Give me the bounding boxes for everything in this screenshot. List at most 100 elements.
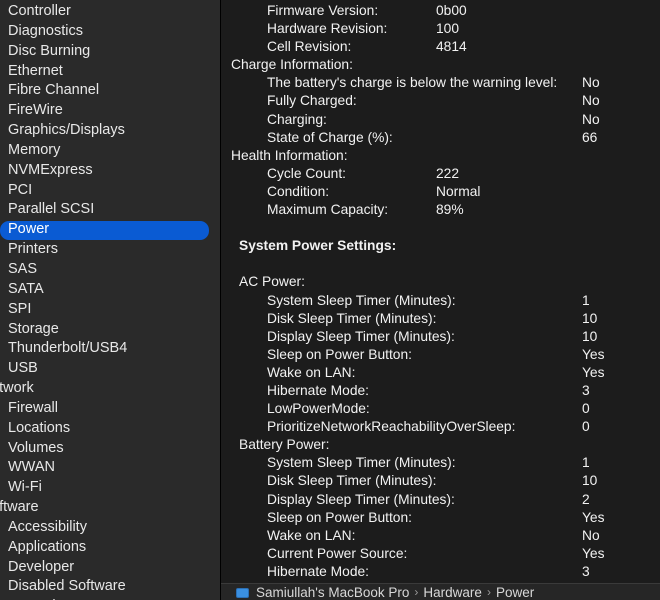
detail-row-label: Hibernate Mode: — [267, 382, 370, 398]
sidebar-item-label: etwork — [0, 380, 34, 397]
detail-row-label: System Power Settings: — [239, 238, 397, 254]
detail-row-label: Condition: — [267, 183, 330, 199]
sidebar-item-label: SATA — [8, 280, 44, 297]
sidebar-item-volumes[interactable]: Volumes — [0, 439, 221, 459]
detail-row: Firmware Version: 0b00 — [221, 2, 660, 20]
sidebar[interactable]: Controller Diagnostics Disc Burning Etherne… — [0, 0, 221, 600]
detail-row-label: Hibernate Mode: — [267, 563, 370, 579]
detail-row-label: Display Sleep Timer (Minutes): — [267, 328, 455, 344]
detail-row: AC Power: — [221, 273, 660, 291]
detail-row-label: Fully Charged: — [267, 93, 357, 109]
detail-row-label: System Sleep Timer (Minutes): — [267, 455, 456, 471]
sidebar-item-label: SAS — [8, 260, 38, 277]
detail-row: The battery's charge is below the warnin… — [221, 74, 660, 92]
sidebar-item-usb[interactable]: USB — [0, 359, 221, 379]
detail-row-label: Cell Revision: — [267, 39, 352, 55]
detail-row-value: Yes — [582, 364, 605, 380]
sidebar-item-disc-burning[interactable]: Disc Burning — [0, 42, 221, 62]
sidebar-item-accessibility[interactable]: Accessibility — [0, 518, 221, 538]
sidebar-item-storage[interactable]: Storage — [0, 320, 221, 340]
sidebar-item-spi[interactable]: SPI — [0, 300, 221, 320]
detail-row-value: 89% — [436, 202, 464, 218]
sidebar-item-label: NVMExpress — [8, 161, 93, 178]
detail-row: Hardware Revision: 100 — [221, 20, 660, 38]
sidebar-item-fibre-channel[interactable]: Fibre Channel — [0, 81, 221, 101]
sidebar-item-parallel-scsi[interactable]: Parallel SCSI — [0, 200, 221, 220]
detail-row-label: PrioritizeNetworkReachabilityOverSleep: — [267, 419, 516, 435]
detail-row-value: No — [582, 93, 600, 109]
detail-panel[interactable]: Firmware Version: 0b00 Hardware Revision: 1… — [221, 0, 660, 600]
detail-row-label: Disk Sleep Timer (Minutes): — [267, 473, 437, 489]
sidebar-item-label: Fibre Channel — [8, 82, 100, 99]
sidebar-item-locations[interactable]: Locations — [0, 419, 221, 439]
detail-row: System Sleep Timer (Minutes): 1 — [221, 454, 660, 472]
detail-row: Current Power Source: Yes — [221, 545, 660, 563]
detail-row: Disk Sleep Timer (Minutes): 10 — [221, 472, 660, 490]
sidebar-item-pci[interactable]: PCI — [0, 181, 221, 201]
detail-row: System Sleep Timer (Minutes): 1 — [221, 292, 660, 310]
breadcrumb[interactable]: Samiullah's MacBook Pro › Hardware › Pow… — [221, 583, 660, 600]
detail-row: Disk Sleep Timer (Minutes): 10 — [221, 310, 660, 328]
detail-content: Firmware Version: 0b00 Hardware Revision: 1… — [221, 0, 660, 600]
detail-row-value: No — [582, 111, 600, 127]
detail-row-value: 4814 — [436, 39, 467, 55]
sidebar-item-diagnostics[interactable]: Diagnostics — [0, 22, 221, 42]
detail-row-value: No — [582, 75, 600, 91]
detail-row: Cell Revision: 4814 — [221, 38, 660, 56]
detail-row-value: 0 — [582, 419, 590, 435]
sidebar-item-graphics-displays[interactable]: Graphics/Displays — [0, 121, 221, 141]
detail-row: Charging: No — [221, 111, 660, 129]
detail-row: Display Sleep Timer (Minutes): 10 — [221, 328, 660, 346]
detail-row-label: State of Charge (%): — [267, 129, 393, 145]
sidebar-list[interactable]: Controller Diagnostics Disc Burning Etherne… — [0, 0, 221, 600]
breadcrumb-item-device[interactable]: Samiullah's MacBook Pro — [256, 585, 409, 600]
detail-row-label: AC Power: — [239, 274, 305, 290]
sidebar-item-controller[interactable]: Controller — [0, 2, 221, 22]
sidebar-item-label: Wi-Fi — [8, 479, 42, 496]
detail-row: Health Information: — [221, 147, 660, 165]
macbook-icon — [236, 588, 249, 598]
detail-spacer — [221, 219, 660, 237]
sidebar-item-label: Disabled Software — [8, 578, 126, 595]
detail-row: Sleep on Power Button: Yes — [221, 346, 660, 364]
sidebar-item-label: Volumes — [8, 439, 64, 456]
detail-row-label: Maximum Capacity: — [267, 202, 389, 218]
breadcrumb-item-hardware[interactable]: Hardware — [423, 585, 482, 600]
sidebar-item-memory[interactable]: Memory — [0, 141, 221, 161]
detail-row: Cycle Count: 222 — [221, 165, 660, 183]
detail-row-label: Wake on LAN: — [267, 364, 356, 380]
breadcrumb-item-power[interactable]: Power — [496, 585, 534, 600]
sidebar-item-wwan[interactable]: WWAN — [0, 458, 221, 478]
detail-row-label: Charging: — [267, 111, 327, 127]
sidebar-item-wi-fi[interactable]: Wi-Fi — [0, 478, 221, 498]
detail-row: Hibernate Mode: 3 — [221, 382, 660, 400]
sidebar-item-ethernet[interactable]: Ethernet — [0, 62, 221, 82]
sidebar-item-power[interactable]: Power — [0, 220, 221, 240]
sidebar-item-developer[interactable]: Developer — [0, 558, 221, 578]
sidebar-item-label: SPI — [8, 300, 32, 317]
sidebar-item-label: WWAN — [8, 459, 55, 476]
sidebar-item-label: Diagnostics — [8, 22, 83, 39]
detail-row: Fully Charged: No — [221, 92, 660, 110]
detail-row-label: Current Power Source: — [267, 545, 408, 561]
detail-row-value: 0 — [582, 401, 590, 417]
detail-row-label: Health Information: — [231, 147, 348, 163]
system-information-window: Controller Diagnostics Disc Burning Etherne… — [0, 0, 660, 600]
sidebar-item-label: Ethernet — [8, 62, 63, 79]
sidebar-item-disabled-software[interactable]: Disabled Software — [0, 577, 221, 597]
sidebar-item-firewire[interactable]: FireWire — [0, 101, 221, 121]
sidebar-item-label: Accessibility — [8, 518, 87, 535]
sidebar-item-label: Storage — [8, 320, 59, 337]
detail-row: Battery Power: — [221, 436, 660, 454]
sidebar-item-applications[interactable]: Applications — [0, 538, 221, 558]
sidebar-item-firewall[interactable]: Firewall — [0, 399, 221, 419]
detail-row: State of Charge (%): 66 — [221, 129, 660, 147]
sidebar-item-nvmexpress[interactable]: NVMExpress — [0, 161, 221, 181]
sidebar-item-sas[interactable]: SAS — [0, 260, 221, 280]
sidebar-item-printers[interactable]: Printers — [0, 240, 221, 260]
sidebar-item-label: Printers — [8, 241, 58, 258]
detail-row-value: Yes — [582, 346, 605, 362]
detail-row-value: 3 — [582, 382, 590, 398]
sidebar-item-thunderbolt-usb4[interactable]: Thunderbolt/USB4 — [0, 339, 221, 359]
sidebar-item-sata[interactable]: SATA — [0, 280, 221, 300]
